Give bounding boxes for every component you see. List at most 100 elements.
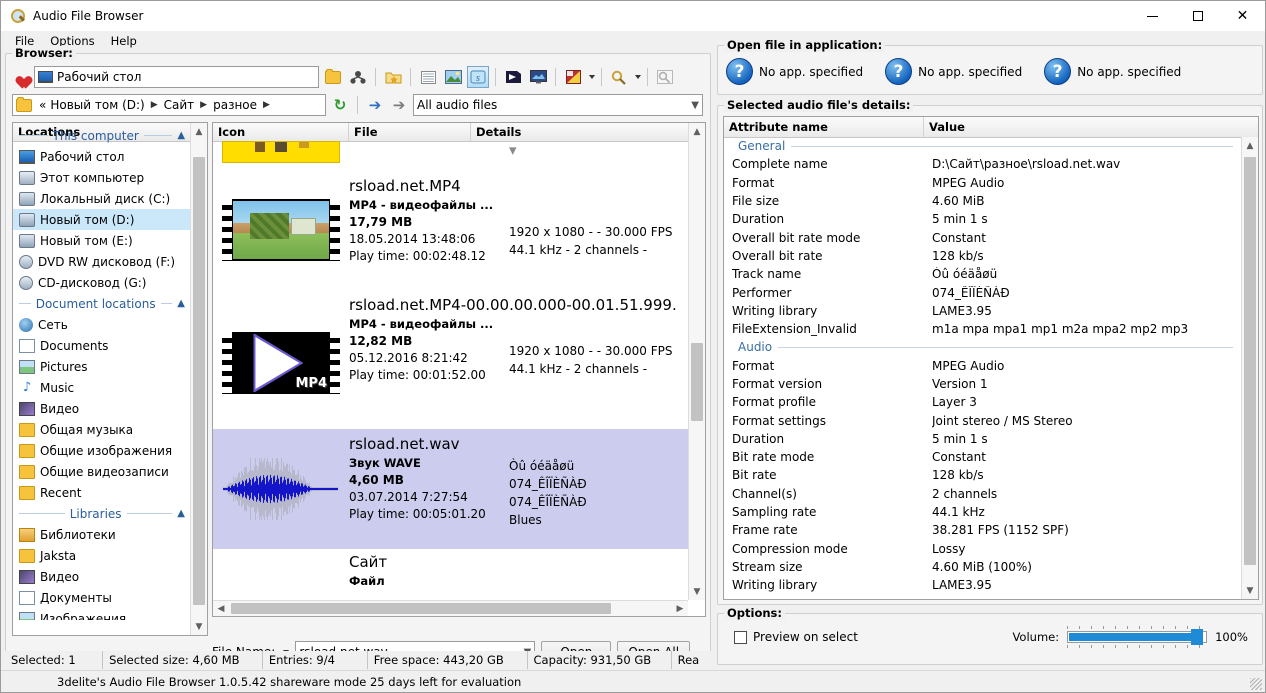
file-list-row[interactable]: СайтФайл xyxy=(213,549,688,589)
scroll-down-icon[interactable]: ▼ xyxy=(191,618,207,635)
details-scroll-thumb[interactable] xyxy=(1244,157,1256,565)
sidebar-item-cd-дисковод-g-[interactable]: CD-дисковод (G:) xyxy=(13,272,191,293)
details-row[interactable]: Compression modeLossy xyxy=(724,540,1241,558)
locations-list[interactable]: Locations This computer▲Рабочий столЭтот… xyxy=(12,122,208,636)
color-picker-icon[interactable] xyxy=(562,66,584,88)
locations-scrollbar[interactable]: ▲ ▼ xyxy=(190,123,207,635)
file-filter-combobox[interactable]: All audio files ▼ xyxy=(413,94,703,116)
details-row[interactable]: Track nameÒû óéäåøü xyxy=(724,265,1241,283)
locations-section-document-locations[interactable]: Document locations▲ xyxy=(13,293,191,314)
sidebar-item-сеть[interactable]: Сеть xyxy=(13,314,191,335)
sidebar-item-этот-компьютер[interactable]: Этот компьютер xyxy=(13,167,191,188)
app-slot-1[interactable]: ? No app. specified xyxy=(726,58,863,85)
favorites-folder-icon[interactable] xyxy=(382,66,404,88)
media-icon[interactable] xyxy=(502,66,524,88)
file-list[interactable]: Icon File Details ▾ rsload.net.MP4MP4 - в… xyxy=(212,122,706,617)
scroll-left-icon[interactable]: ◀ xyxy=(213,601,229,617)
sidebar-item-pictures[interactable]: Pictures xyxy=(13,356,191,377)
resize-grip-icon[interactable] xyxy=(1250,678,1262,690)
sidebar-item-видео[interactable]: Видео xyxy=(13,566,191,587)
favorites-heart-icon[interactable] xyxy=(12,69,29,85)
slideshow-icon[interactable]: s xyxy=(467,66,489,88)
slider-knob[interactable] xyxy=(1191,629,1203,645)
minimize-button[interactable] xyxy=(1130,1,1175,31)
details-row[interactable]: FormatMPEG Audio xyxy=(724,357,1241,375)
scroll-up-icon[interactable]: ▲ xyxy=(191,123,207,140)
column-header-details[interactable]: Details xyxy=(471,123,705,141)
column-header-icon[interactable]: Icon xyxy=(213,123,349,141)
monitor-icon[interactable] xyxy=(527,66,549,88)
details-row[interactable]: Channel(s)2 channels xyxy=(724,485,1241,503)
locations-scroll-thumb[interactable] xyxy=(193,157,205,605)
sidebar-item-локальный-диск-c-[interactable]: Локальный диск (C:) xyxy=(13,188,191,209)
details-column-attribute[interactable]: Attribute name xyxy=(724,117,924,137)
details-row[interactable]: Overall bit rate modeConstant xyxy=(724,228,1241,246)
sidebar-item-новый-том-d-[interactable]: Новый том (D:) xyxy=(13,209,191,230)
details-row[interactable]: FileExtension_Invalidm1a mpa mpa1 mp1 m2… xyxy=(724,320,1241,338)
app-slot-2[interactable]: ? No app. specified xyxy=(885,58,1022,85)
locations-section-libraries[interactable]: Libraries▲ xyxy=(13,503,191,524)
scroll-down-icon[interactable]: ▼ xyxy=(689,583,705,600)
details-row[interactable]: Writing libraryLAME3.95 xyxy=(724,302,1241,320)
file-list-row[interactable]: ▾ xyxy=(213,141,688,163)
details-scrollbar[interactable]: ▲ ▼ xyxy=(1241,137,1258,599)
sidebar-item-jaksta[interactable]: Jaksta xyxy=(13,545,191,566)
scroll-down-icon[interactable]: ▼ xyxy=(1242,582,1258,599)
forward-arrow-icon[interactable]: ➔ xyxy=(389,95,409,115)
sidebar-item-изображения[interactable]: Изображения xyxy=(13,608,191,620)
file-list-scroll-thumb[interactable] xyxy=(691,343,703,421)
scroll-right-icon[interactable]: ▶ xyxy=(672,601,688,617)
sidebar-item-общие-изображения[interactable]: Общие изображения xyxy=(13,440,191,461)
sidebar-item-recent[interactable]: Recent xyxy=(13,482,191,503)
details-row[interactable]: Writing libraryLAME3.95 xyxy=(724,576,1241,594)
menu-help[interactable]: Help xyxy=(103,32,145,50)
details-row[interactable]: Complete nameD:\Сайт\разное\rsload.net.w… xyxy=(724,155,1241,173)
sidebar-item-dvd-rw-дисковод-f-[interactable]: DVD RW дисковод (F:) xyxy=(13,251,191,272)
details-row[interactable]: Duration5 min 1 s xyxy=(724,430,1241,448)
breadcrumb-item-raznoe[interactable]: разное xyxy=(211,98,259,112)
search-icon[interactable] xyxy=(608,66,630,88)
preview-on-select-checkbox[interactable] xyxy=(734,631,747,644)
details-table[interactable]: Attribute name Value GeneralComplete nam… xyxy=(723,116,1259,600)
details-row[interactable]: Stream size4.60 MiB (100%) xyxy=(724,558,1241,576)
thumbnail-view-icon[interactable] xyxy=(442,66,464,88)
maximize-button[interactable] xyxy=(1175,1,1220,31)
refresh-icon[interactable]: ↻ xyxy=(330,95,350,115)
sidebar-item-общая-музыка[interactable]: Общая музыка xyxy=(13,419,191,440)
breadcrumb-item-drive[interactable]: Новый том (D:) xyxy=(48,98,146,112)
sidebar-item-music[interactable]: ♪Music xyxy=(13,377,191,398)
column-header-file[interactable]: File xyxy=(349,123,471,141)
sidebar-item-новый-том-e-[interactable]: Новый том (E:) xyxy=(13,230,191,251)
details-row[interactable]: Duration5 min 1 s xyxy=(724,210,1241,228)
path-input[interactable]: Рабочий стол xyxy=(34,66,319,88)
file-list-hscrollbar[interactable]: ◀ ▶ xyxy=(213,600,688,616)
breadcrumb[interactable]: « Новый том (D:) ▶ Сайт ▶ разное ▶ xyxy=(12,94,326,116)
scroll-up-icon[interactable]: ▲ xyxy=(1242,137,1258,154)
back-arrow-icon[interactable]: ➔ xyxy=(365,95,385,115)
sidebar-item-documents[interactable]: Documents xyxy=(13,335,191,356)
file-list-row[interactable]: rsload.net.wavЗвук WAVE4,60 MB03.07.2014… xyxy=(213,429,688,549)
breadcrumb-item-sait[interactable]: Сайт xyxy=(162,98,197,112)
search-dropdown-arrow[interactable] xyxy=(635,75,641,79)
sidebar-item-рабочий-стол[interactable]: Рабочий стол xyxy=(13,146,191,167)
chevron-down-icon[interactable]: ▾ xyxy=(509,141,517,159)
volume-slider[interactable] xyxy=(1067,626,1207,648)
details-row[interactable]: Bit rate128 kb/s xyxy=(724,466,1241,484)
app-slot-3[interactable]: ? No app. specified xyxy=(1044,58,1181,85)
details-row[interactable]: FormatMPEG Audio xyxy=(724,174,1241,192)
file-list-row[interactable]: MP4rsload.net.MP4-00.00.00.000-00.01.51.… xyxy=(213,296,688,429)
sidebar-item-видео[interactable]: Видео xyxy=(13,398,191,419)
file-list-vscrollbar[interactable]: ▲ ▼ xyxy=(688,123,705,600)
chevron-up-icon[interactable]: ▲ xyxy=(177,130,185,141)
network-folder-icon[interactable] xyxy=(347,66,369,88)
folder-icon[interactable] xyxy=(322,66,344,88)
sidebar-item-библиотеки[interactable]: Библиотеки xyxy=(13,524,191,545)
details-column-value[interactable]: Value xyxy=(924,117,1258,137)
close-button[interactable]: ✕ xyxy=(1220,1,1265,31)
file-list-row[interactable]: rsload.net.MP4MP4 - видеофайлы ...17,79 … xyxy=(213,163,688,296)
details-row[interactable]: Overall bit rate128 kb/s xyxy=(724,247,1241,265)
locations-section-this-computer[interactable]: This computer▲ xyxy=(13,125,191,146)
color-picker-dropdown-arrow[interactable] xyxy=(589,75,595,79)
details-row[interactable]: Format versionVersion 1 xyxy=(724,375,1241,393)
details-row[interactable]: Sampling rate44.1 kHz xyxy=(724,503,1241,521)
